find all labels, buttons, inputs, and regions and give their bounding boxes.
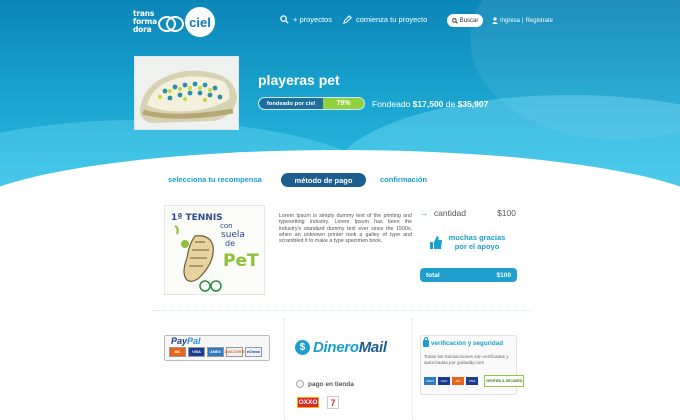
verification-text: Todas las transacciones son verificadas … xyxy=(424,354,509,365)
visa-icon: VISA xyxy=(188,347,205,357)
dollar-coin-icon: $ xyxy=(295,340,310,355)
funding-label: fondeado por ciel xyxy=(259,98,323,109)
logo-infinity-icon xyxy=(158,13,184,32)
svg-text:con: con xyxy=(220,222,233,230)
funding-progress-bar: fondeado por ciel 79% xyxy=(258,97,365,110)
pago-en-tienda-option[interactable]: pago en tienda xyxy=(296,380,354,388)
nav-comienza-proyecto[interactable]: comienza tu proyecto xyxy=(343,15,427,24)
dineromail-option[interactable]: $ DineroMail xyxy=(295,339,387,356)
verification-box: verificación y seguridad Todas las trans… xyxy=(420,335,524,395)
paypal-logo: PayPal xyxy=(171,336,201,346)
thanks-text: muchas gracias por el apoyo xyxy=(448,233,506,251)
raised-amount: $17,500 xyxy=(412,99,444,109)
search-icon xyxy=(280,15,289,24)
project-title: playeras pet xyxy=(258,72,340,88)
amex-icon: AMEX xyxy=(207,347,224,357)
tienda-radio[interactable] xyxy=(296,380,304,388)
step-selecciona-recompensa[interactable]: selecciona tu recompensa xyxy=(168,175,262,184)
paypal-option[interactable]: PayPal MC VISA AMEX DISCOVER eCheck xyxy=(164,335,270,361)
auth-links: Ingresa | Registrate xyxy=(492,17,553,24)
register-link[interactable]: Registrate xyxy=(526,18,553,24)
godaddy-badge: VERIFIED & SECURED xyxy=(484,375,524,387)
pencil-icon xyxy=(343,15,352,24)
cantidad-label: cantidad xyxy=(433,208,467,218)
section-divider xyxy=(152,310,532,311)
lock-icon xyxy=(423,337,429,347)
fondeado-prefix: Fondeado xyxy=(372,99,411,109)
login-link[interactable]: Ingresa xyxy=(500,18,520,24)
nav-label: comienza tu proyecto xyxy=(356,15,428,24)
step-metodo-de-pago[interactable]: método de pago xyxy=(281,173,366,187)
thumbs-up-icon xyxy=(430,235,442,249)
user-icon xyxy=(492,17,498,24)
nav-proyectos[interactable]: + proyectos xyxy=(280,15,332,24)
visa-icon: VISA xyxy=(438,377,450,385)
svg-text:de: de xyxy=(225,239,235,248)
fondeado-de: de xyxy=(445,99,456,109)
funding-progress-fill: 79% xyxy=(323,98,364,109)
cantidad-row: → cantidad $100 xyxy=(420,208,516,221)
amex-icon: AMEX xyxy=(424,377,436,385)
total-amount: $100 xyxy=(496,272,511,279)
arrow-right-icon: → xyxy=(420,208,429,218)
funding-amount: Fondeado $17,500 de $35,907 xyxy=(372,99,488,109)
visa-icon: VISA xyxy=(466,377,478,385)
logo-ciel: ciel xyxy=(185,7,215,37)
reward-description: Lorem Ipsum is simply dummy text of the … xyxy=(279,213,412,245)
thanks-message: muchas gracias por el apoyo xyxy=(430,233,507,251)
project-image xyxy=(134,56,239,130)
logo-wordmark: trans forma dora xyxy=(133,9,157,34)
verification-cards: AMEX VISA MC VISA VERIFIED & SECURED xyxy=(424,375,524,387)
seven-eleven-logo: 7 xyxy=(327,396,339,409)
total-bar: total $100 xyxy=(420,268,517,282)
oxxo-logo: OXXO xyxy=(297,397,319,408)
discover-icon: DISCOVER xyxy=(225,347,244,357)
verification-title: verificación y seguridad xyxy=(423,337,503,347)
cantidad-amount: $100 xyxy=(497,208,516,218)
dineromail-logo: DineroMail xyxy=(313,339,387,356)
nav-label: + proyectos xyxy=(293,15,332,24)
svg-text:PeT: PeT xyxy=(223,251,259,271)
column-divider xyxy=(412,318,413,420)
search-icon xyxy=(451,17,458,24)
site-logo[interactable]: trans forma dora ciel xyxy=(133,7,215,37)
column-divider xyxy=(284,318,285,420)
reward-image: 1ª TENNIS con suela de PeT xyxy=(164,205,265,295)
search-button[interactable]: Buscar xyxy=(447,14,483,27)
paypal-cards: MC VISA AMEX DISCOVER eCheck xyxy=(169,347,262,357)
mastercard-icon: MC xyxy=(452,377,464,385)
tienda-label: pago en tienda xyxy=(308,380,354,388)
echeck-icon: eCheck xyxy=(245,347,262,357)
search-label: Buscar xyxy=(459,17,479,24)
mastercard-icon: MC xyxy=(169,347,186,357)
step-confirmacion[interactable]: confirmación xyxy=(380,175,427,184)
auth-separator: | xyxy=(522,17,524,24)
total-label: total xyxy=(426,272,440,279)
goal-amount: $35,907 xyxy=(457,99,489,109)
svg-text:1ª TENNIS: 1ª TENNIS xyxy=(171,213,223,223)
